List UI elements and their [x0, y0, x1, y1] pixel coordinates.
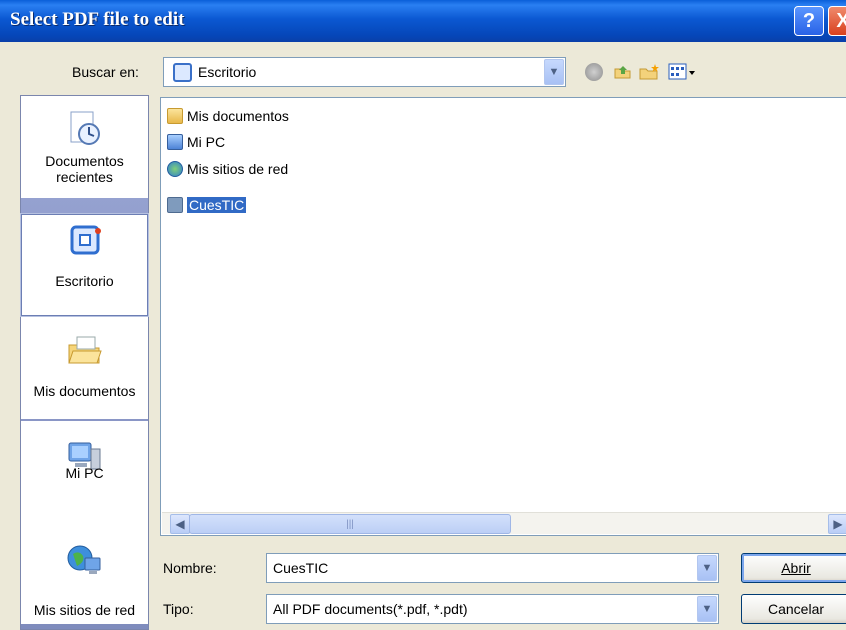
- close-button[interactable]: X: [828, 6, 846, 36]
- filename-label: Nombre:: [163, 560, 217, 576]
- place-label: Mi PC: [65, 465, 104, 481]
- close-icon: X: [836, 9, 846, 32]
- desktop-icon: [173, 63, 192, 82]
- chevron-right-icon: ▶: [833, 517, 843, 531]
- place-my-documents[interactable]: Mis documentos: [21, 317, 148, 419]
- open-button[interactable]: Abrir: [741, 553, 846, 583]
- my-documents-icon: [68, 336, 102, 364]
- pdf-file-icon: [167, 197, 183, 213]
- place-label: Mis documentos: [33, 383, 136, 399]
- list-item[interactable]: Mis sitios de red: [167, 159, 288, 179]
- look-in-label: Buscar en:: [72, 64, 139, 80]
- filename-field[interactable]: CuesTIC ▼: [266, 553, 719, 583]
- file-list[interactable]: Mis documentos Mi PC Mis sitios de red C…: [160, 97, 846, 536]
- recent-documents-icon: [70, 111, 100, 145]
- place-label: Documentos recientes: [45, 153, 124, 185]
- chevron-down-icon[interactable]: ▼: [697, 596, 717, 622]
- filetype-label-text: Tipo:: [163, 601, 194, 617]
- cancel-button-label: Cancelar: [767, 601, 825, 617]
- filename-label-text: Nombre:: [163, 560, 217, 576]
- scrollbar-grip-icon: |||: [346, 518, 354, 530]
- look-in-combo[interactable]: Escritorio ▼: [163, 57, 566, 87]
- cancel-button[interactable]: Cancelar: [741, 594, 846, 624]
- new-folder-icon[interactable]: [638, 62, 660, 82]
- place-recent-documents[interactable]: Documentos recientes: [21, 96, 148, 198]
- file-name: Mis documentos: [187, 108, 289, 124]
- file-name: CuesTIC: [187, 197, 247, 213]
- window-title: Select PDF file to edit: [10, 9, 185, 30]
- scrollbar-thumb[interactable]: |||: [189, 514, 511, 534]
- title-bar: Select PDF file to edit ? X: [0, 0, 846, 42]
- chevron-down-icon[interactable]: ▼: [544, 59, 564, 85]
- views-menu-icon[interactable]: [668, 62, 695, 82]
- places-bar: Documentos recientes Escritorio Mis docu…: [20, 95, 149, 630]
- scroll-left-button[interactable]: ◀: [170, 514, 190, 534]
- scroll-right-button[interactable]: ▶: [828, 514, 846, 534]
- help-icon: ?: [802, 9, 816, 32]
- chevron-down-icon[interactable]: ▼: [697, 555, 717, 581]
- file-name: Mi PC: [187, 134, 226, 150]
- my-documents-icon: [167, 108, 183, 124]
- network-places-icon: [167, 161, 183, 177]
- desktop-icon: [70, 225, 101, 255]
- file-name: Mis sitios de red: [187, 161, 289, 177]
- up-folder-icon[interactable]: [612, 62, 634, 82]
- place-label: Mis sitios de red: [33, 602, 136, 618]
- look-in-value: Escritorio: [198, 64, 257, 80]
- place-desktop[interactable]: Escritorio: [20, 213, 149, 317]
- place-my-computer[interactable]: Mi PC: [21, 421, 148, 523]
- list-item[interactable]: CuesTIC: [167, 195, 247, 215]
- place-label: Escritorio: [55, 273, 114, 289]
- filename-value: CuesTIC: [273, 560, 329, 576]
- filetype-select[interactable]: All PDF documents(*.pdf, *.pdt) ▼: [266, 594, 719, 624]
- back-icon[interactable]: [585, 63, 603, 81]
- chevron-left-icon: ◀: [175, 517, 185, 531]
- horizontal-scrollbar[interactable]: ◀ ||| ▶: [162, 512, 846, 534]
- list-item[interactable]: Mis documentos: [167, 106, 289, 126]
- place-network[interactable]: Mis sitios de red: [21, 522, 148, 624]
- filetype-value: All PDF documents(*.pdf, *.pdt): [273, 601, 468, 617]
- filetype-label: Tipo:: [163, 601, 194, 617]
- look-in-label-text: Buscar en:: [72, 64, 139, 80]
- my-computer-icon: [167, 134, 183, 150]
- list-item[interactable]: Mi PC: [167, 132, 225, 152]
- network-places-icon: [67, 545, 101, 574]
- open-button-label: Abrir: [781, 560, 811, 576]
- help-button[interactable]: ?: [794, 6, 824, 36]
